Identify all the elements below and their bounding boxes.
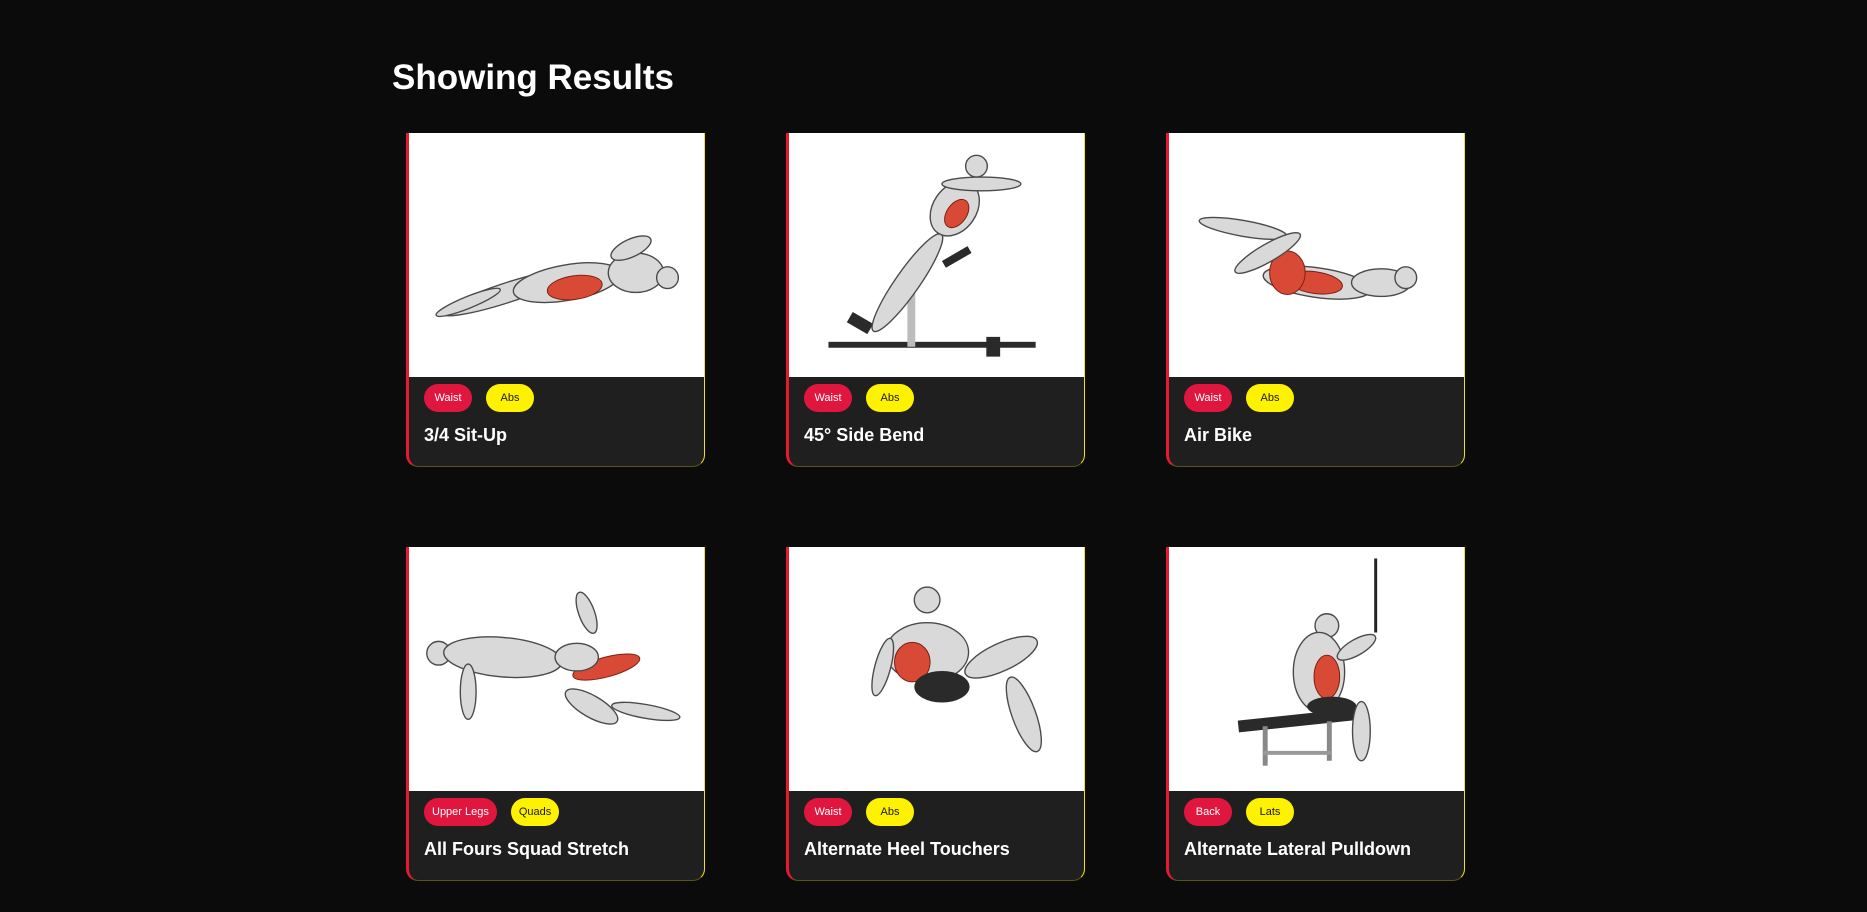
exercise-name: 3/4 Sit-Up: [424, 425, 508, 445]
air-bike-figure-icon: [1198, 216, 1418, 300]
exercise-tags: Waist Abs: [409, 377, 704, 413]
exercise-card[interactable]: Waist Abs 45° Side Bend: [786, 133, 1085, 467]
target-muscle-tag[interactable]: Abs: [1246, 384, 1294, 412]
exercise-image: [409, 547, 704, 791]
exercises-page: Showing Results Waist Abs 3/4 Sit-Up Wai…: [0, 0, 1867, 912]
exercise-image: [1169, 547, 1464, 791]
target-muscle-tag[interactable]: Abs: [866, 798, 914, 826]
exercise-tags: Upper Legs Quads: [409, 791, 704, 827]
body-part-tag[interactable]: Back: [1184, 798, 1232, 826]
exercise-name: Air Bike: [1184, 425, 1253, 445]
exercise-card[interactable]: Waist Abs 3/4 Sit-Up: [406, 133, 705, 467]
body-part-tag[interactable]: Waist: [1184, 384, 1232, 412]
exercise-name: Alternate Lateral Pulldown: [1184, 839, 1412, 859]
lat-pulldown-figure-icon: [1237, 558, 1378, 766]
body-part-tag[interactable]: Upper Legs: [424, 798, 497, 826]
exercise-name: 45° Side Bend: [804, 425, 925, 445]
body-part-tag[interactable]: Waist: [804, 384, 852, 412]
body-part-tag[interactable]: Waist: [804, 798, 852, 826]
exercise-tags: Waist Abs: [789, 791, 1084, 827]
exercise-name: All Fours Squad Stretch: [424, 839, 630, 859]
quad-stretch-figure-icon: [426, 591, 681, 725]
exercise-card[interactable]: Upper Legs Quads All Fours Squad Stretch: [406, 547, 705, 881]
exercise-image: [789, 133, 1084, 377]
page-title: Showing Results: [392, 58, 674, 97]
exercise-card[interactable]: Back Lats Alternate Lateral Pulldown: [1166, 547, 1465, 881]
target-muscle-tag[interactable]: Abs: [866, 384, 914, 412]
exercise-tags: Waist Abs: [789, 377, 1084, 413]
exercise-grid: Waist Abs 3/4 Sit-Up Waist Abs 45° Side …: [406, 133, 1465, 881]
exercise-name: Alternate Heel Touchers: [804, 839, 1010, 859]
exercise-tags: Waist Abs: [1169, 377, 1464, 413]
target-muscle-tag[interactable]: Quads: [510, 798, 560, 826]
exercise-image: [409, 133, 704, 377]
body-part-tag[interactable]: Waist: [424, 384, 472, 412]
side-bend-figure-icon: [828, 154, 1036, 357]
heel-touch-figure-icon: [871, 586, 1042, 753]
target-muscle-tag[interactable]: Abs: [486, 384, 534, 412]
exercise-card[interactable]: Waist Abs Air Bike: [1166, 133, 1465, 467]
exercise-image: [789, 547, 1084, 791]
target-muscle-tag[interactable]: Lats: [1246, 798, 1294, 826]
exercise-image: [1169, 133, 1464, 377]
exercise-card[interactable]: Waist Abs Alternate Heel Touchers: [786, 547, 1085, 881]
sit-up-figure-icon: [435, 235, 680, 318]
exercise-tags: Back Lats: [1169, 791, 1464, 827]
